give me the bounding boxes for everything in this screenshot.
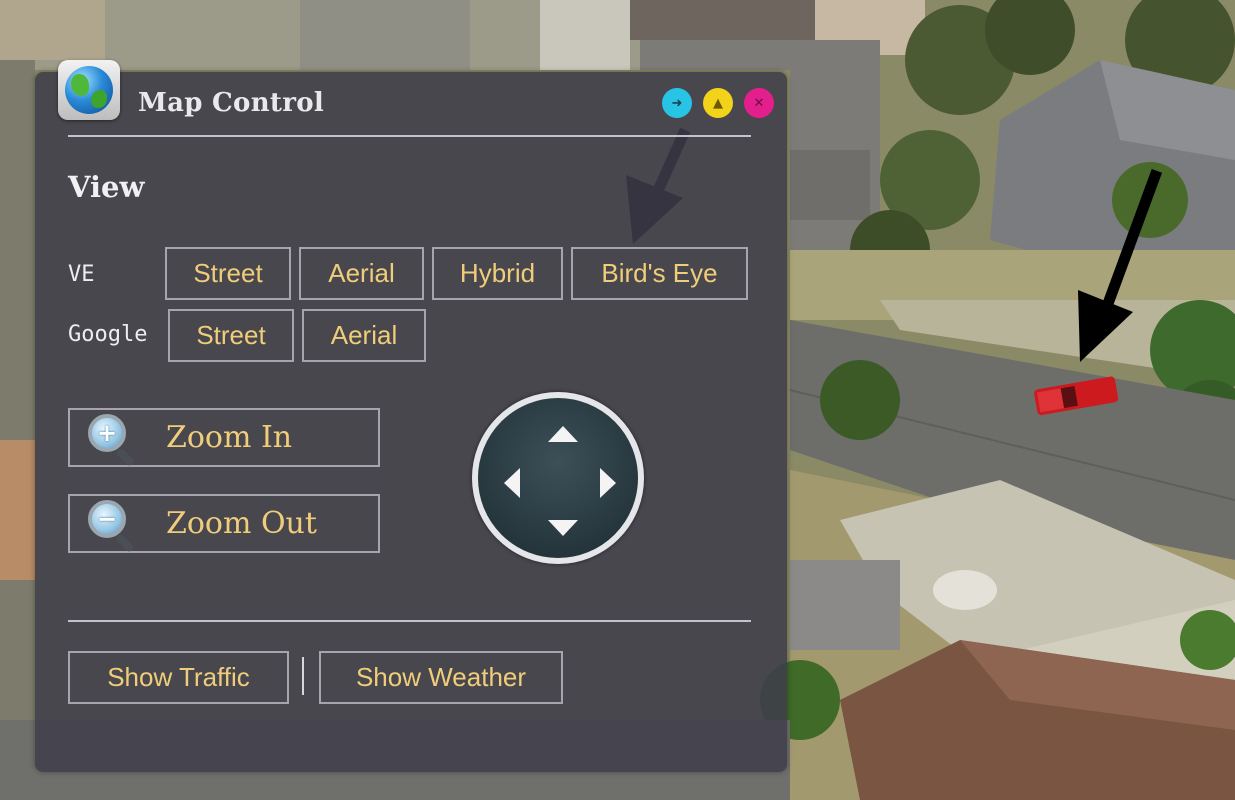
pan-control: [472, 392, 644, 564]
pan-up-icon[interactable]: [548, 426, 578, 442]
arrow-right-icon[interactable]: ➜: [662, 88, 692, 118]
divider: [68, 135, 751, 137]
pan-right-icon[interactable]: [600, 468, 616, 498]
ve-hybrid-button[interactable]: Hybrid: [432, 247, 563, 300]
section-heading-view: View: [68, 170, 145, 204]
ve-street-button[interactable]: Street: [165, 247, 291, 300]
close-icon[interactable]: ✕: [744, 88, 774, 118]
chevron-up-icon[interactable]: ▲: [703, 88, 733, 118]
pan-left-icon[interactable]: [504, 468, 520, 498]
pan-down-icon[interactable]: [548, 520, 578, 536]
show-weather-button[interactable]: Show Weather: [319, 651, 563, 704]
ve-label: VE: [68, 262, 95, 287]
zoom-out-icon: −: [88, 500, 138, 553]
zoom-out-button[interactable]: − Zoom Out: [68, 494, 380, 553]
google-street-button[interactable]: Street: [168, 309, 294, 362]
panel-title: Map Control: [138, 88, 325, 118]
ve-aerial-button[interactable]: Aerial: [299, 247, 424, 300]
google-aerial-button[interactable]: Aerial: [302, 309, 426, 362]
zoom-out-label: Zoom Out: [166, 506, 317, 541]
globe-icon: [58, 60, 120, 120]
zoom-in-label: Zoom In: [166, 420, 293, 455]
button-separator: [302, 657, 304, 695]
google-label: Google: [68, 322, 148, 347]
zoom-in-button[interactable]: + Zoom In: [68, 408, 380, 467]
zoom-in-icon: +: [88, 414, 138, 467]
divider: [68, 620, 751, 622]
ve-birds-eye-button[interactable]: Bird's Eye: [571, 247, 748, 300]
show-traffic-button[interactable]: Show Traffic: [68, 651, 289, 704]
